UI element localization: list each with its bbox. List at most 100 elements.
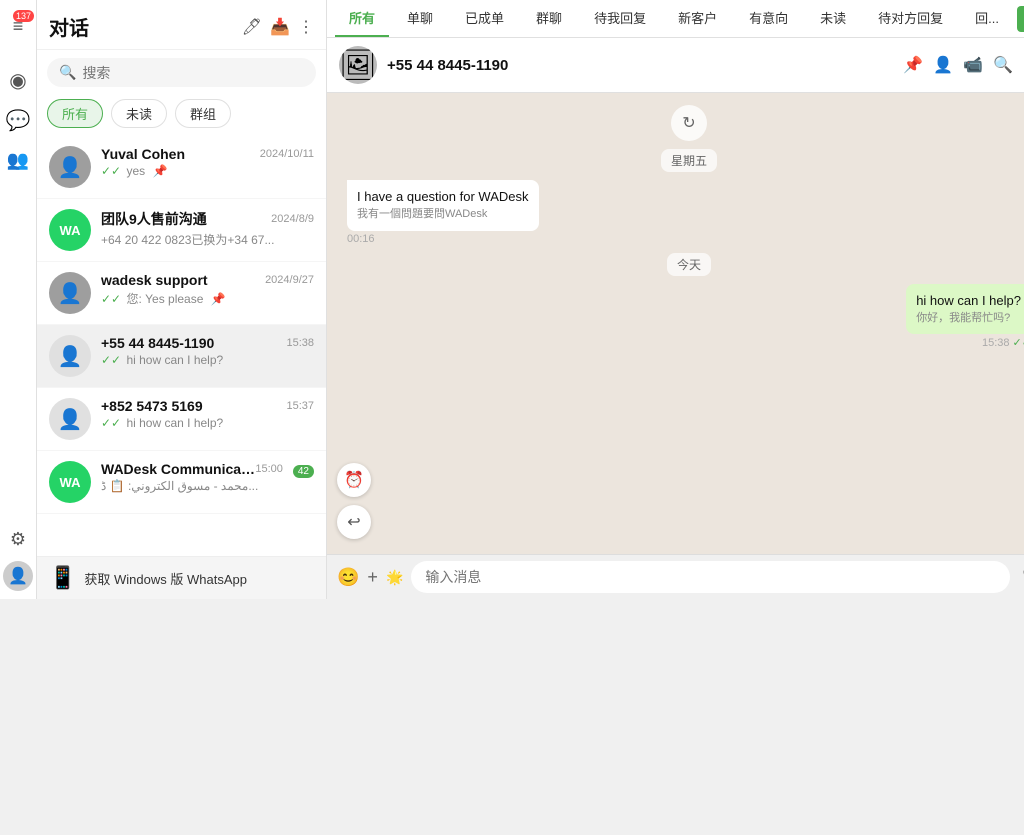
list-item[interactable]: 👤 wadesk support 2024/9/27 ✓✓ 您: Yes ple… (37, 262, 326, 325)
get-windows-label: 获取 Windows 版 WhatsApp (84, 569, 247, 588)
pin-icon: 📌 (211, 292, 226, 306)
list-item[interactable]: 👤 Yuval Cohen 2024/10/11 ✓✓ yes 📌 (37, 136, 326, 199)
chat-messages: ↻ 星期五 I have a question for WADesk 我有一個問… (327, 93, 1024, 554)
unread-badge: 42 (293, 465, 314, 478)
chat-header-icons: 🖊 📥 ⋮ (242, 17, 314, 37)
chat-info: WADesk Communicatio... 15:00 محمد - مسوق… (101, 461, 283, 493)
list-item[interactable]: WA 团队9人售前沟通 2024/8/9 +64 20 422 0823已换为+… (37, 199, 326, 262)
mic-icon[interactable]: 🎙 (1018, 567, 1024, 588)
chat-input-bar: 😊 + 🌟 🎙 (327, 554, 1024, 599)
floating-buttons: ⏰ ↩ (337, 463, 371, 539)
menu-button[interactable]: ≡ 137 (0, 8, 36, 44)
filter-tabs: 所有 未读 群组 (37, 95, 326, 136)
message-bubble: hi how can I help? 你好，我能帮忙吗? (906, 284, 1024, 335)
emoji-icon[interactable]: 😊 (337, 567, 359, 588)
date-divider-today: 今天 (667, 253, 711, 276)
date-divider: 星期五 (661, 149, 717, 172)
list-item[interactable]: 👤 +55 44 8445-1190 15:38 ✓✓ hi how can I… (37, 325, 326, 388)
chat-info: wadesk support 2024/9/27 ✓✓ 您: Yes pleas… (101, 272, 314, 307)
contact-name: +55 44 8445-1190 (101, 335, 214, 351)
settings-button[interactable]: ⚙ (0, 521, 36, 557)
avatar: 👤 (49, 335, 91, 377)
left-sidebar: ≡ 137 ◉ 💬 👥 ⚙ 👤 (0, 0, 37, 599)
tick-icon: ✓✓ (101, 416, 121, 430)
tick-icon: ✓✓ (101, 353, 121, 367)
contacts-button[interactable]: 👥 (0, 142, 36, 178)
tab-pending-reply[interactable]: 待我回复 (580, 0, 660, 37)
attach-icon[interactable]: + (367, 567, 378, 588)
message-time: 15:38 ✓✓ (982, 336, 1024, 349)
chat-contact-name: +55 44 8445-1190 (387, 57, 893, 74)
tab-more[interactable]: 回... (961, 0, 1013, 37)
outgoing-message: hi how can I help? 你好，我能帮忙吗? 15:38 ✓✓ (347, 284, 1024, 350)
chat-info: 团队9人售前沟通 2024/8/9 +64 20 422 0823已换为+34 … (101, 209, 314, 248)
chat-info: +852 5473 5169 15:37 ✓✓ hi how can I hel… (101, 398, 314, 430)
filter-tab-unread[interactable]: 未读 (111, 99, 167, 128)
avatar: 👤 (49, 398, 91, 440)
contact-name: +852 5473 5169 (101, 398, 203, 414)
chat-window-avatar: 🖼 (339, 46, 377, 84)
archive-icon[interactable]: 📥 (270, 17, 290, 37)
tab-done[interactable]: 已成单 (451, 0, 518, 37)
chat-info: Yuval Cohen 2024/10/11 ✓✓ yes 📌 (101, 146, 314, 178)
message-input[interactable] (411, 561, 1010, 593)
alarm-button[interactable]: ⏰ (337, 463, 371, 497)
chat-info: +55 44 8445-1190 15:38 ✓✓ hi how can I h… (101, 335, 314, 367)
chat-list-panel: 对话 🖊 📥 ⋮ 🔍 所有 未读 群组 👤 Yuval Cohen 2024/1… (37, 0, 327, 599)
incoming-message: I have a question for WADesk 我有一個問題要問WAD… (347, 180, 1024, 245)
chat-window-actions: 📌 👤 📹 🔍 ⋮ (903, 55, 1024, 75)
tick-icon: ✓✓ (101, 164, 121, 178)
filter-tab-group[interactable]: 群组 (175, 99, 231, 128)
message-time: 00:16 (347, 233, 375, 245)
tab-interested[interactable]: 有意向 (735, 0, 802, 37)
message-text: I have a question for WADesk (357, 188, 529, 206)
contact-name: 团队9人售前沟通 (101, 209, 207, 229)
tick-icon: ✓✓ (101, 292, 121, 306)
chat-window-header: 🖼 +55 44 8445-1190 📌 👤 📹 🔍 ⋮ (327, 38, 1024, 93)
search-icon: 🔍 (59, 64, 76, 81)
chat-items-list: 👤 Yuval Cohen 2024/10/11 ✓✓ yes 📌 WA 团队9… (37, 136, 326, 556)
tab-all[interactable]: 所有 (335, 0, 389, 37)
add-tab-button[interactable]: + (1017, 6, 1024, 32)
tab-unread[interactable]: 未读 (806, 0, 860, 37)
tab-group[interactable]: 群聊 (522, 0, 576, 37)
tab-new-customer[interactable]: 新客户 (664, 0, 731, 37)
list-item[interactable]: 👤 +852 5473 5169 15:37 ✓✓ hi how can I h… (37, 388, 326, 451)
refresh-button[interactable]: ↻ (671, 105, 707, 141)
avatar: WA (49, 461, 91, 503)
add-contact-icon[interactable]: 👤 (933, 55, 953, 75)
message-text: hi how can I help? (916, 292, 1021, 310)
new-chat-icon[interactable]: 🖊 (242, 17, 262, 37)
chat-list-header: 对话 🖊 📥 ⋮ (37, 0, 326, 50)
refresh-icon: ↻ (682, 113, 695, 133)
sticker-icon[interactable]: 🌟 (386, 569, 403, 586)
contact-name: wadesk support (101, 272, 208, 288)
filter-tab-all[interactable]: 所有 (47, 99, 103, 128)
main-area: 所有 单聊 已成单 群聊 待我回复 新客户 有意向 未读 待对方回复 回... … (327, 0, 1024, 599)
avatar: 👤 (49, 146, 91, 188)
message-bubble: I have a question for WADesk 我有一個問題要問WAD… (347, 180, 539, 231)
search-chat-icon[interactable]: 🔍 (993, 55, 1013, 75)
message-sub: 你好，我能帮忙吗? (916, 311, 1021, 326)
chats-icon: 💬 (6, 108, 31, 133)
chat-window: 🖼 +55 44 8445-1190 📌 👤 📹 🔍 ⋮ ↻ 星期五 I hav… (327, 38, 1024, 599)
action-button[interactable]: ↩ (337, 505, 371, 539)
avatar: 👤 (49, 272, 91, 314)
pin-icon: 📌 (152, 164, 167, 178)
tab-single[interactable]: 单聊 (393, 0, 447, 37)
chats-button[interactable]: 💬 (0, 102, 36, 138)
contact-name: WADesk Communicatio... (101, 461, 255, 477)
get-windows-whatsapp[interactable]: 📱 获取 Windows 版 WhatsApp (37, 556, 326, 599)
more-options-icon[interactable]: ⋮ (298, 17, 314, 37)
search-input[interactable] (82, 65, 304, 81)
contacts-icon: 👥 (7, 150, 29, 171)
status-button[interactable]: ◉ (0, 62, 36, 98)
list-item[interactable]: WA WADesk Communicatio... 15:00 محمد - م… (37, 451, 326, 514)
video-call-icon[interactable]: 📹 (963, 55, 983, 75)
user-avatar[interactable]: 👤 (3, 561, 33, 591)
tab-waiting[interactable]: 待对方回复 (864, 0, 957, 37)
top-tabs: 所有 单聊 已成单 群聊 待我回复 新客户 有意向 未读 待对方回复 回... … (327, 0, 1024, 38)
search-bar[interactable]: 🔍 (47, 58, 316, 87)
pin-chat-icon[interactable]: 📌 (903, 55, 923, 75)
notification-badge: 137 (13, 10, 34, 22)
